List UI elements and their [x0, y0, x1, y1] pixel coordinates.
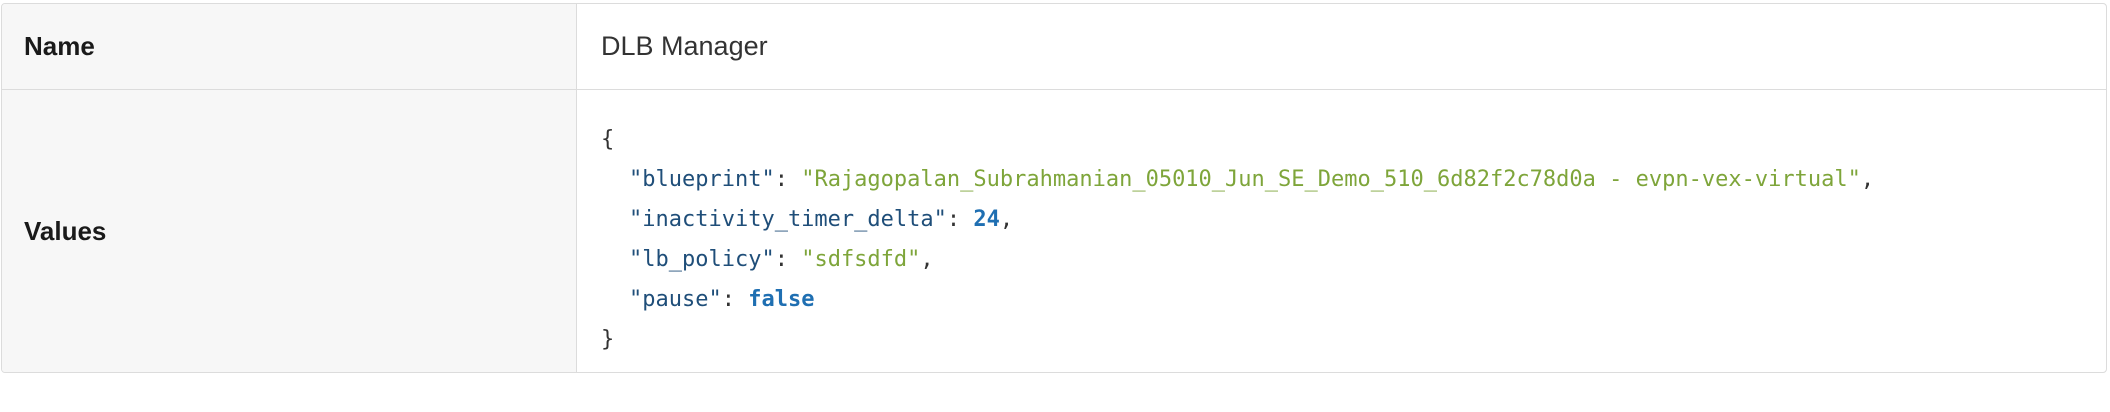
json-entry: "blueprint": "Rajagopalan_Subrahmanian_0…	[601, 160, 2106, 200]
open-brace: {	[601, 127, 615, 152]
details-table: Name DLB Manager Values { "blueprint": "…	[1, 3, 2107, 373]
values-row: Values { "blueprint": "Rajagopalan_Subra…	[2, 90, 2106, 372]
colon: :	[774, 167, 802, 192]
json-value: false	[748, 287, 815, 312]
comma: ,	[999, 207, 1014, 232]
json-key: "inactivity_timer_delta"	[629, 207, 947, 232]
json-key: "blueprint"	[629, 167, 775, 192]
colon: :	[946, 207, 974, 232]
json-value: "sdfsdfd"	[801, 247, 921, 272]
values-label: Values	[2, 90, 577, 372]
name-value: DLB Manager	[601, 31, 768, 61]
json-entry: "lb_policy": "sdfsdfd",	[601, 240, 2106, 280]
name-label: Name	[2, 4, 577, 89]
json-entry: "inactivity_timer_delta": 24,	[601, 200, 2106, 240]
json-open-brace: {	[601, 120, 2106, 160]
json-close-brace: }	[601, 320, 2106, 360]
colon: :	[721, 287, 749, 312]
json-key: "pause"	[629, 287, 722, 312]
close-brace: }	[601, 327, 615, 352]
json-entry: "pause": false	[601, 280, 2106, 320]
json-value: 24	[973, 207, 1000, 232]
json-value: "Rajagopalan_Subrahmanian_05010_Jun_SE_D…	[801, 167, 1861, 192]
json-key: "lb_policy"	[629, 247, 775, 272]
colon: :	[774, 247, 802, 272]
comma: ,	[1860, 167, 1875, 192]
comma: ,	[920, 247, 934, 272]
name-row: Name DLB Manager	[2, 4, 2106, 90]
values-json: { "blueprint": "Rajagopalan_Subrahmanian…	[577, 90, 2106, 372]
